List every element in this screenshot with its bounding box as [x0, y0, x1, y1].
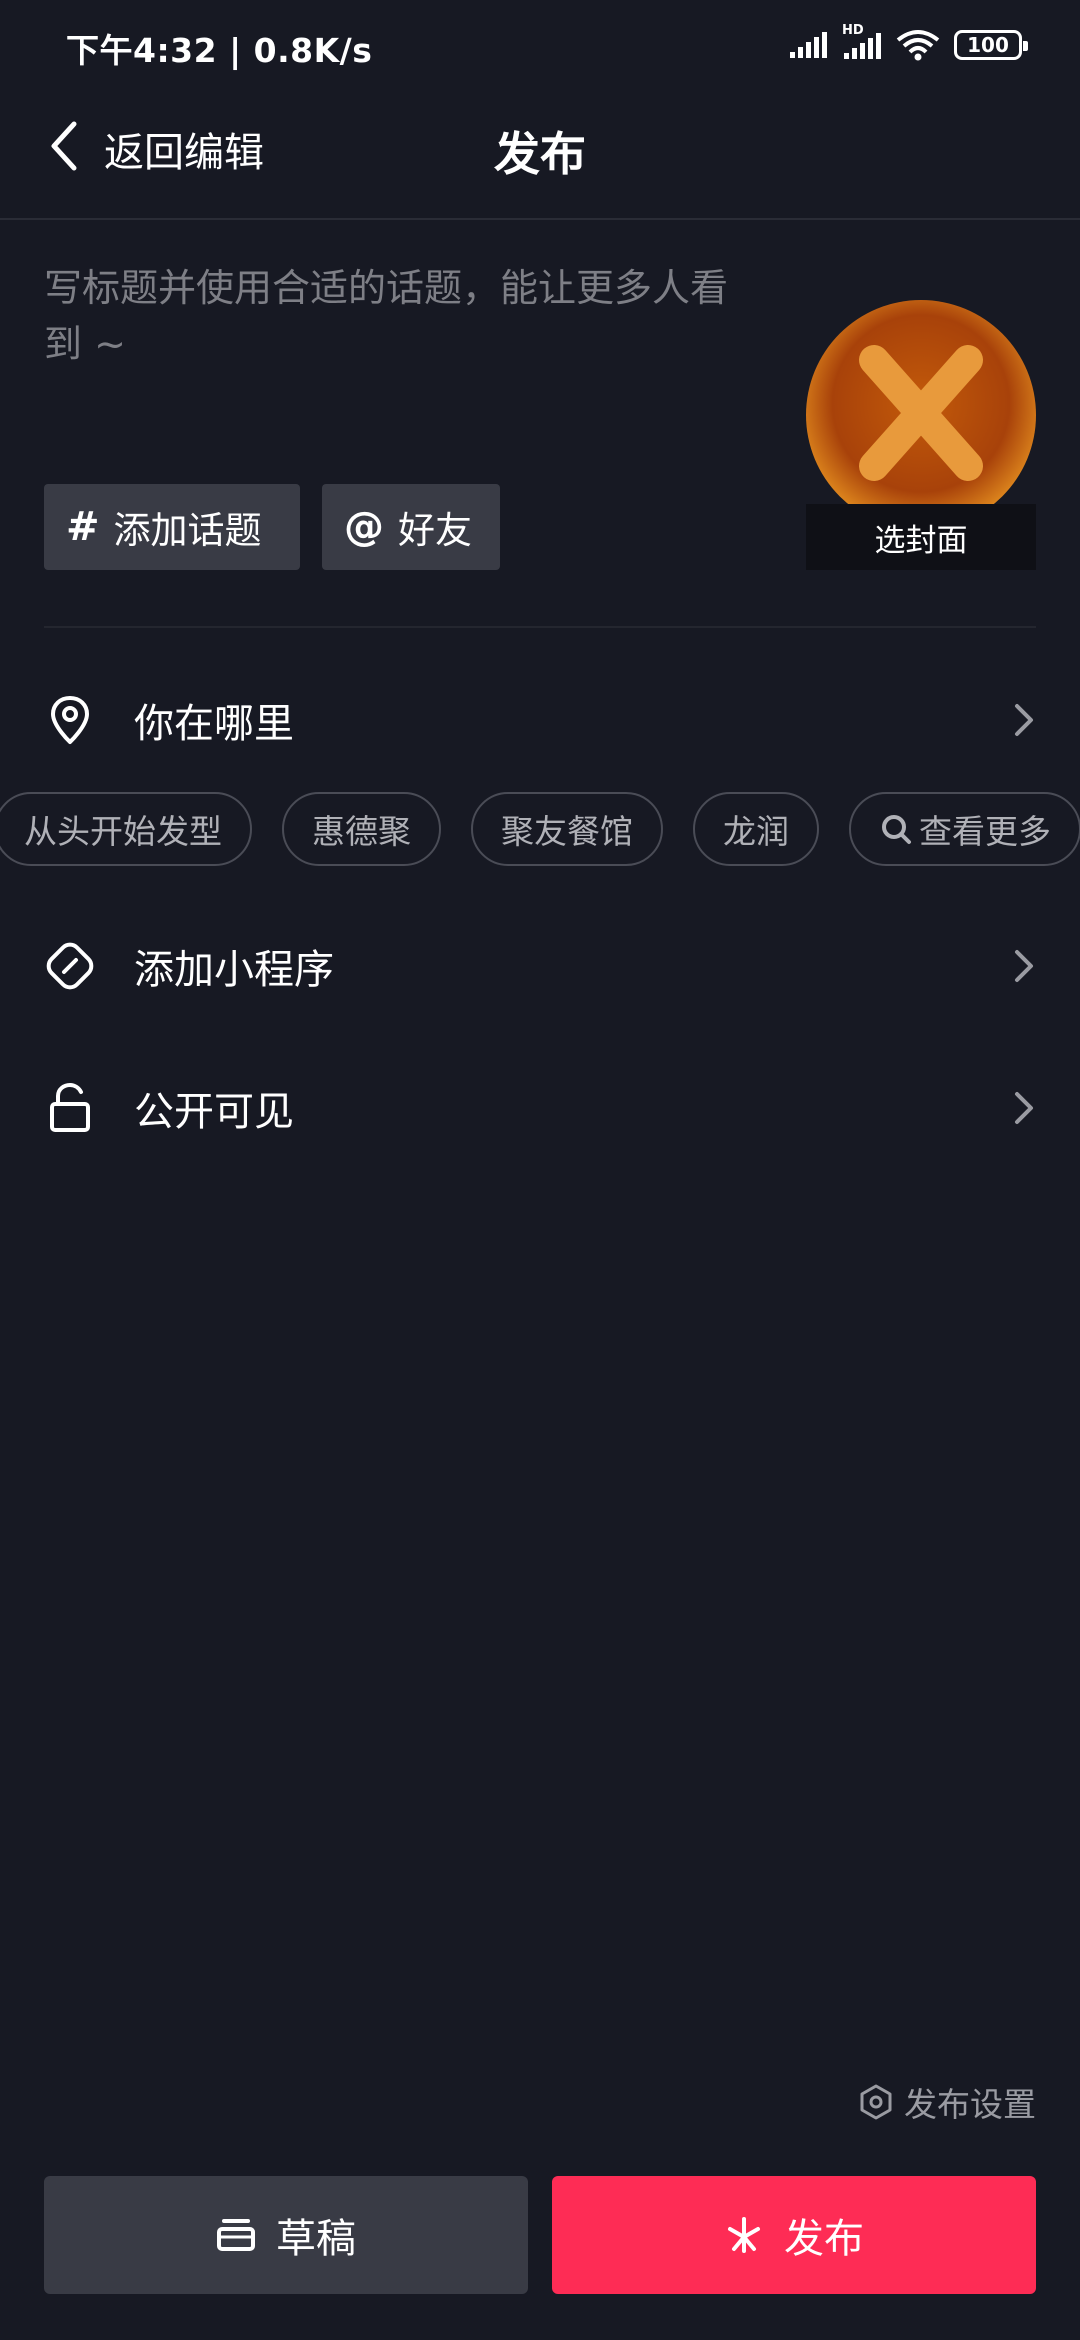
publish-label: 发布: [784, 2216, 864, 2262]
cover-thumbnail: [806, 300, 1036, 530]
publish-button[interactable]: 发布: [552, 2176, 1036, 2294]
visibility-row[interactable]: 公开可见: [0, 1060, 1080, 1156]
page-title: 发布: [494, 127, 586, 181]
header-divider: [0, 218, 1080, 220]
publish-settings-label: 发布设置: [904, 2085, 1036, 2124]
hashtag-icon: #: [66, 504, 100, 550]
draft-box-icon: [217, 2219, 255, 2251]
section-divider: [44, 626, 1036, 628]
chevron-right-icon: [1015, 1092, 1033, 1124]
title-input[interactable]: [44, 260, 764, 400]
location-chip[interactable]: 惠德聚: [282, 792, 441, 866]
location-chip[interactable]: 从头开始发型: [0, 792, 252, 866]
cover-selector[interactable]: 选封面: [806, 300, 1036, 570]
mention-friend-button[interactable]: @ 好友: [322, 484, 500, 570]
signal-hd-icon: [844, 33, 881, 59]
at-icon: @: [344, 504, 384, 550]
add-topic-button[interactable]: # 添加话题: [44, 484, 300, 570]
save-draft-button[interactable]: 草稿: [44, 2176, 528, 2294]
hexagon-settings-icon: [860, 2084, 892, 2120]
link-icon: [46, 942, 94, 990]
location-label: 你在哪里: [134, 701, 294, 747]
add-mini-program-row[interactable]: 添加小程序: [0, 918, 1080, 1014]
signal-icon: [790, 32, 827, 58]
location-chip[interactable]: 龙润: [693, 792, 819, 866]
chevron-right-icon: [1015, 704, 1033, 736]
see-more-locations-button[interactable]: 查看更多: [849, 792, 1080, 866]
search-icon: [882, 815, 911, 844]
location-suggestions: 从头开始发型 惠德聚 聚友餐馆 龙润 查看更多: [0, 792, 1080, 866]
location-row[interactable]: 你在哪里: [0, 672, 1080, 768]
location-pin-icon: [51, 696, 89, 744]
mention-friend-label: 好友: [398, 509, 472, 552]
status-icons: HD 100: [788, 23, 1028, 62]
sparkle-icon: [728, 2217, 760, 2253]
battery-indicator: 100: [954, 30, 1028, 60]
wifi-icon: [896, 30, 940, 61]
location-chip[interactable]: 聚友餐馆: [471, 792, 663, 866]
status-time: 下午4:32 | 0.8K/s: [66, 31, 373, 70]
cover-label: 选封面: [806, 504, 1036, 570]
draft-label: 草稿: [276, 2216, 356, 2262]
chevron-right-icon: [1015, 950, 1033, 982]
hd-signal-group: HD: [842, 23, 882, 61]
publish-settings-link[interactable]: 发布设置: [858, 2078, 1036, 2126]
add-topic-label: 添加话题: [113, 509, 262, 552]
see-more-label: 查看更多: [919, 812, 1051, 851]
mini-program-label: 添加小程序: [134, 947, 334, 993]
visibility-label: 公开可见: [134, 1089, 294, 1135]
unlock-icon: [50, 1082, 90, 1132]
